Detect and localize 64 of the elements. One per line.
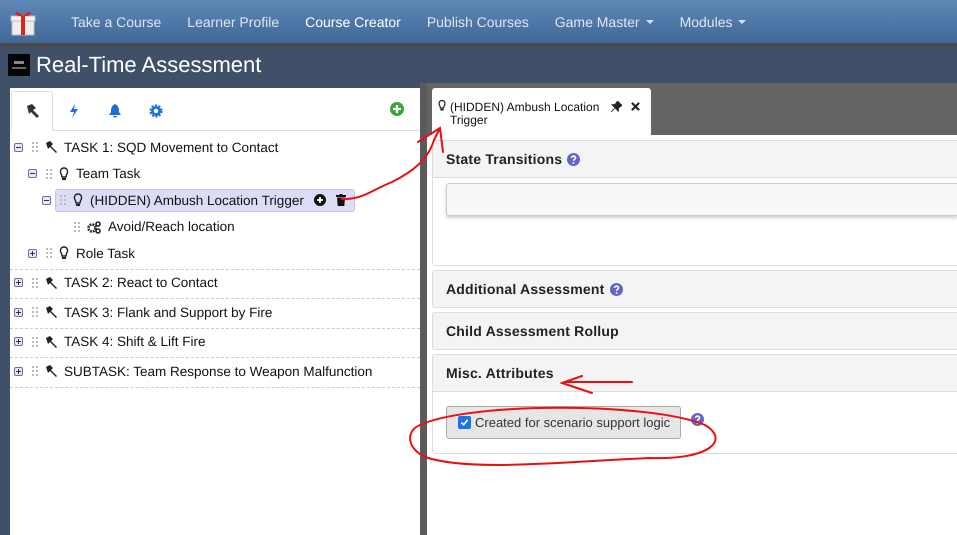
selected-tree-node[interactable]: (HIDDEN) Ambush Location Trigger bbox=[55, 188, 355, 212]
drag-handle-icon[interactable] bbox=[60, 195, 66, 206]
expand-toggle[interactable] bbox=[14, 337, 23, 346]
add-icon[interactable] bbox=[314, 194, 326, 206]
drag-handle-icon[interactable] bbox=[46, 168, 52, 179]
drag-handle-icon[interactable] bbox=[74, 222, 80, 232]
tab-title: (HIDDEN) Ambush Location Trigger bbox=[450, 101, 600, 127]
nav-link[interactable]: Course Creator bbox=[292, 14, 414, 30]
gears-icon bbox=[86, 220, 102, 234]
hammer-icon bbox=[44, 140, 58, 154]
hammer-icon bbox=[44, 364, 58, 378]
drag-handle-icon[interactable] bbox=[32, 278, 38, 288]
tree-node[interactable]: SUBTASK: Team Response to Weapon Malfunction bbox=[27, 360, 382, 383]
drag-handle-icon[interactable] bbox=[32, 366, 38, 376]
nav-link[interactable]: Modules bbox=[666, 14, 760, 30]
lightbulb-icon bbox=[72, 193, 84, 208]
drag-handle-icon[interactable] bbox=[32, 307, 38, 318]
hammer-icon bbox=[44, 305, 58, 320]
hammer-tab[interactable] bbox=[11, 91, 53, 131]
editor-tab[interactable]: (HIDDEN) Ambush Location Trigger bbox=[432, 88, 651, 135]
hammer-icon bbox=[44, 334, 58, 349]
transitions-field[interactable] bbox=[446, 183, 957, 216]
drag-handle-icon[interactable] bbox=[32, 336, 38, 347]
nav-link[interactable]: Game Master bbox=[542, 14, 667, 30]
lightbulb-icon bbox=[437, 99, 447, 112]
expand-toggle[interactable] bbox=[14, 366, 23, 376]
tree-node[interactable]: Role Task bbox=[41, 242, 144, 265]
expand-toggle[interactable] bbox=[14, 278, 23, 288]
pin-icon[interactable] bbox=[611, 101, 622, 112]
lightbulb-icon bbox=[58, 246, 70, 260]
expand-toggle[interactable] bbox=[42, 196, 51, 205]
help-icon[interactable] bbox=[567, 152, 580, 166]
lightbulb-icon bbox=[58, 166, 70, 181]
checkbox[interactable] bbox=[458, 416, 471, 429]
drag-handle-icon[interactable] bbox=[32, 142, 38, 152]
nav-link[interactable]: Publish Courses bbox=[414, 14, 542, 30]
expand-toggle[interactable] bbox=[28, 169, 37, 178]
trash-icon[interactable] bbox=[336, 194, 346, 206]
expand-toggle[interactable] bbox=[28, 248, 37, 258]
tree-node[interactable]: Team Task bbox=[41, 162, 150, 186]
tree-node[interactable]: TASK 3: Flank and Support by Fire bbox=[27, 300, 282, 324]
nav-link[interactable]: Learner Profile bbox=[174, 14, 292, 30]
nav-link[interactable]: Take a Course bbox=[58, 14, 174, 30]
bell-icon bbox=[107, 103, 123, 119]
tree-node[interactable]: TASK 1: SQD Movement to Contact bbox=[27, 136, 288, 159]
hammer-icon bbox=[24, 103, 40, 119]
close-icon[interactable] bbox=[631, 102, 640, 111]
expand-toggle[interactable] bbox=[14, 142, 23, 152]
help-icon[interactable] bbox=[610, 282, 622, 296]
tree-node[interactable]: Avoid/Reach location bbox=[69, 215, 244, 238]
page-title: Real-Time Assessment bbox=[36, 52, 262, 78]
tree-node[interactable]: TASK 4: Shift & Lift Fire bbox=[27, 330, 215, 354]
hammer-icon bbox=[44, 276, 58, 290]
checkbox-button[interactable]: Created for scenario support logic bbox=[446, 406, 682, 439]
logo-icon bbox=[8, 54, 30, 76]
drag-handle-icon[interactable] bbox=[46, 248, 52, 258]
expand-toggle[interactable] bbox=[14, 308, 23, 317]
section-title[interactable]: State Transitions bbox=[446, 151, 562, 167]
section-title[interactable]: Misc. Attributes bbox=[446, 365, 554, 381]
section-title[interactable]: Additional Assessment bbox=[446, 281, 604, 297]
section-title[interactable]: Child Assessment Rollup bbox=[446, 323, 619, 339]
tree-node[interactable]: TASK 2: React to Contact bbox=[27, 271, 227, 294]
settings-icon bbox=[148, 103, 164, 119]
help-icon[interactable] bbox=[691, 413, 704, 426]
